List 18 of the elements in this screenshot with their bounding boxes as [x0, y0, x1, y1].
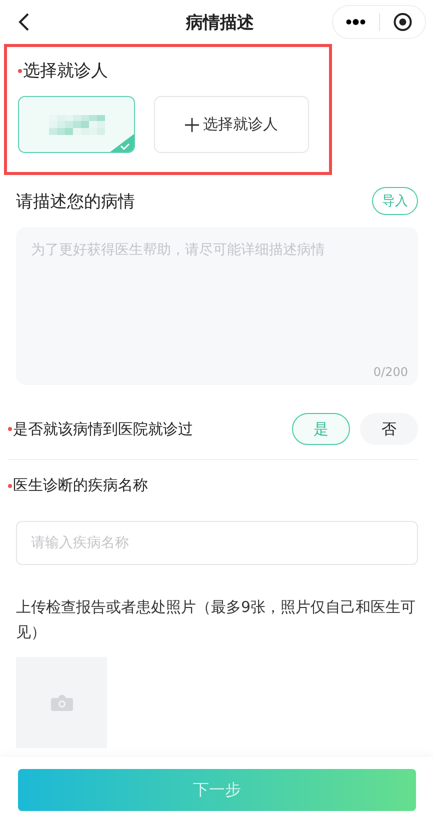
section-label: 请描述您的病情 [16, 190, 135, 212]
blurred-name [48, 114, 104, 134]
option-button[interactable]: 否 [360, 413, 418, 445]
disease-input-field[interactable]: 请输入疾病名称 [16, 521, 418, 565]
capsule-menu[interactable] [332, 5, 426, 39]
question-label: 是否就该病情到医院就诊过 [13, 420, 193, 438]
page-title: 病情描述 [186, 12, 254, 34]
char-counter: 0/200 [373, 365, 408, 379]
next-button[interactable]: 下一步 [18, 769, 416, 811]
camera-icon [50, 694, 72, 710]
option-button[interactable]: 是 [292, 413, 350, 445]
upload-label: 上传检查报告或者患处照片（最多9张，照片仅自己和医生可见） [16, 597, 417, 643]
field-label: 医生诊断的疾病名称 [13, 476, 148, 495]
section-label: 选择就诊人 [23, 60, 108, 82]
import-button[interactable]: 导入 [372, 187, 418, 215]
check-icon [110, 134, 134, 152]
plus-icon [185, 118, 199, 132]
add-patient-button[interactable]: 选择就诊人 [154, 96, 309, 153]
